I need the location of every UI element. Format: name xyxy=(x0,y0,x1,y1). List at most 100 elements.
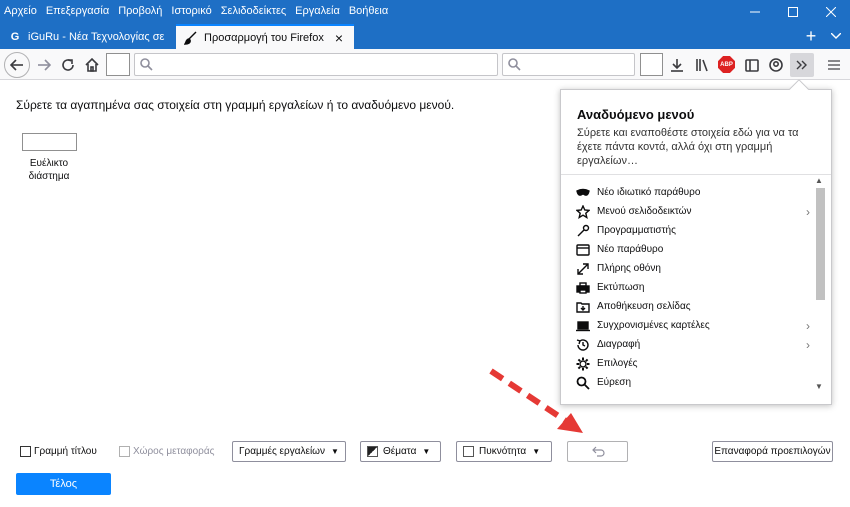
minimize-icon xyxy=(750,11,760,12)
overflow-menu-button[interactable] xyxy=(790,53,814,77)
flexible-space-label: Ευέλικτο διάστημα xyxy=(28,158,70,182)
forward-button[interactable] xyxy=(32,53,56,77)
home-button[interactable] xyxy=(80,53,104,77)
url-bar[interactable] xyxy=(134,53,498,76)
adblock-plus-icon[interactable]: ABP xyxy=(718,56,735,73)
panel-item-label: Συγχρονισμένες καρτέλες xyxy=(597,320,710,331)
menu-edit[interactable]: Επεξεργασία xyxy=(46,5,109,17)
panel-item-print[interactable]: Εκτύπωση xyxy=(575,278,810,297)
toolbar-spacer[interactable] xyxy=(640,53,663,76)
panel-item-find[interactable]: Εύρεση xyxy=(575,373,810,392)
library-button[interactable] xyxy=(690,53,714,77)
scroll-up-icon[interactable]: ▲ xyxy=(815,176,823,185)
menu-view[interactable]: Προβολή xyxy=(118,5,162,17)
done-button[interactable]: Τέλος xyxy=(16,473,111,495)
window-icon xyxy=(575,243,591,257)
iguru-favicon-icon: G xyxy=(8,29,22,44)
search-icon xyxy=(140,58,153,74)
library-icon xyxy=(696,59,708,72)
panel-item-label: Νέο παράθυρο xyxy=(597,244,664,255)
title-bar: Αρχείο Επεξεργασία Προβολή Ιστορικό Σελι… xyxy=(0,0,850,23)
undo-button[interactable] xyxy=(567,441,628,462)
density-icon xyxy=(463,446,474,457)
fullscreen-icon xyxy=(575,262,591,276)
back-button[interactable] xyxy=(4,52,30,78)
maximize-button[interactable] xyxy=(774,0,812,23)
chevron-right-icon: › xyxy=(806,319,810,333)
panel-scrollbar[interactable]: ▲ ▼ xyxy=(813,176,829,396)
panel-title: Αναδυόμενο μενού xyxy=(577,107,695,122)
firefox-window: Αρχείο Επεξεργασία Προβολή Ιστορικό Σελι… xyxy=(0,0,850,507)
panel-divider xyxy=(561,174,831,175)
tab-title: iGuRu - Νέα Τεχνολογίας σε πρ xyxy=(28,30,166,43)
wrench-icon xyxy=(575,224,591,238)
panel-item-label: Εύρεση xyxy=(597,377,632,388)
flexible-space-item[interactable] xyxy=(22,133,77,151)
checkbox-label: Γραμμή τίτλου xyxy=(34,446,97,457)
menu-tools[interactable]: Εργαλεία xyxy=(295,5,340,17)
toolbars-dropdown[interactable]: Γραμμές εργαλείων ▼ xyxy=(232,441,346,462)
panel-item-label: Επιλογές xyxy=(597,358,638,369)
panel-item-synced-tabs[interactable]: Συγχρονισμένες καρτέλες › xyxy=(575,316,810,335)
menu-bookmarks[interactable]: Σελιδοδείκτες xyxy=(221,5,286,17)
panel-item-save-page[interactable]: Αποθήκευση σελίδας xyxy=(575,297,810,316)
scroll-thumb[interactable] xyxy=(816,188,825,300)
panel-item-new-window[interactable]: Νέο παράθυρο xyxy=(575,240,810,259)
density-dropdown[interactable]: Πυκνότητα ▼ xyxy=(456,441,552,462)
mask-icon xyxy=(575,186,591,200)
window-controls xyxy=(736,0,850,23)
downloads-button[interactable] xyxy=(665,53,689,77)
forward-arrow-icon xyxy=(38,59,51,71)
hamburger-menu-button[interactable] xyxy=(822,53,846,77)
close-window-button[interactable] xyxy=(812,0,850,23)
back-arrow-icon xyxy=(10,59,23,71)
tab-list-button[interactable] xyxy=(826,24,846,48)
toolbar-spacer[interactable] xyxy=(106,53,130,76)
search-icon xyxy=(508,58,521,74)
menu-history[interactable]: Ιστορικό xyxy=(171,5,211,17)
chevron-down-icon: ▼ xyxy=(422,447,431,456)
panel-item-developer[interactable]: Προγραμματιστής xyxy=(575,221,810,240)
undo-icon xyxy=(591,446,605,457)
palette-heading: Σύρετε τα αγαπημένα σας στοιχεία στη γρα… xyxy=(16,98,455,112)
maximize-icon xyxy=(788,6,798,17)
new-tab-button[interactable]: + xyxy=(800,24,822,48)
panel-item-forget[interactable]: Διαγραφή › xyxy=(575,335,810,354)
close-icon xyxy=(826,6,836,17)
dropdown-label: Πυκνότητα xyxy=(479,446,527,457)
restore-defaults-button[interactable]: Επαναφορά προεπιλογών xyxy=(712,441,833,462)
home-icon xyxy=(85,58,99,72)
title-bar-checkbox[interactable]: Γραμμή τίτλου xyxy=(20,446,97,457)
panel-description: Σύρετε και εναποθέστε στοιχεία εδώ για ν… xyxy=(577,127,799,167)
panel-item-label: Μενού σελιδοδεικτών xyxy=(597,206,692,217)
menu-help[interactable]: Βοήθεια xyxy=(349,5,388,17)
chevron-right-icon: › xyxy=(806,338,810,352)
panel-item-label: Πλήρης οθόνη xyxy=(597,263,661,274)
search-bar[interactable] xyxy=(502,53,635,76)
scroll-down-icon[interactable]: ▼ xyxy=(815,382,823,391)
laptop-icon xyxy=(575,319,591,333)
reload-button[interactable] xyxy=(56,53,80,77)
minimize-button[interactable] xyxy=(736,0,774,23)
dropdown-label: Θέματα xyxy=(383,446,417,457)
drag-space-checkbox[interactable]: Χώρος μεταφοράς xyxy=(119,446,214,457)
checkbox-box xyxy=(20,446,31,457)
panel-item-label: Διαγραφή xyxy=(597,339,641,350)
panel-item-fullscreen[interactable]: Πλήρης οθόνη xyxy=(575,259,810,278)
tab-close-button[interactable]: × xyxy=(332,31,346,45)
panel-item-bookmarks-menu[interactable]: Μενού σελιδοδεικτών › xyxy=(575,202,810,221)
tab-iguru[interactable]: G iGuRu - Νέα Τεχνολογίας σε πρ xyxy=(0,24,174,49)
folder-icon xyxy=(575,300,591,314)
chevron-down-icon xyxy=(831,33,841,39)
download-icon xyxy=(671,59,683,72)
menu-file[interactable]: Αρχείο xyxy=(4,5,37,17)
panel-item-private-window[interactable]: Νέο ιδιωτικό παράθυρο xyxy=(575,183,810,202)
account-button[interactable] xyxy=(764,53,788,77)
panel-item-label: Εκτύπωση xyxy=(597,282,645,293)
chevron-down-icon: ▼ xyxy=(330,447,339,456)
tab-customize[interactable]: Προσαρμογή του Firefox × xyxy=(176,24,354,49)
panel-item-options[interactable]: Επιλογές xyxy=(575,354,810,373)
themes-dropdown[interactable]: Θέματα ▼ xyxy=(360,441,441,462)
panel-item-label: Αποθήκευση σελίδας xyxy=(597,301,691,312)
sidebar-button[interactable] xyxy=(740,53,764,77)
